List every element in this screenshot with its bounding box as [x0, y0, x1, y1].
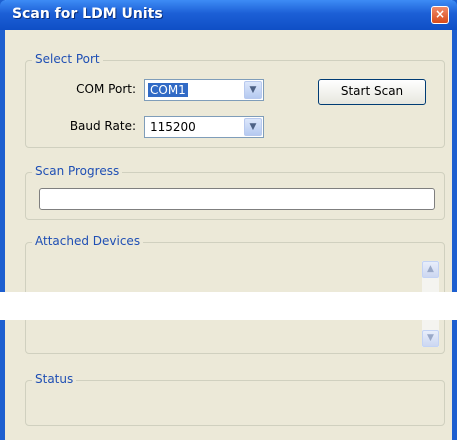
chevron-down-icon[interactable]: ▼ — [244, 81, 262, 99]
scan-progress-group: Scan Progress — [25, 164, 445, 220]
status-legend: Status — [32, 372, 77, 386]
com-port-value: COM1 — [148, 83, 188, 97]
baud-rate-select[interactable]: 115200 ▼ — [144, 116, 264, 138]
select-port-legend: Select Port — [32, 52, 103, 66]
baud-rate-label: Baud Rate: — [69, 119, 136, 133]
com-port-select[interactable]: COM1 ▼ — [144, 79, 264, 101]
status-group: Status — [25, 372, 445, 426]
scroll-down-button[interactable]: ▼ — [422, 330, 439, 347]
overlay-band — [0, 292, 457, 320]
window-title: Scan for LDM Units — [12, 6, 163, 22]
close-button[interactable]: × — [431, 6, 449, 24]
scroll-up-button[interactable]: ▲ — [422, 261, 439, 278]
title-bar[interactable]: Scan for LDM Units × — [0, 0, 457, 30]
close-icon: × — [434, 7, 446, 21]
chevron-down-icon[interactable]: ▼ — [244, 118, 262, 136]
scan-dialog-window: Scan for LDM Units × Select Port COM Por… — [0, 0, 457, 440]
baud-rate-value: 115200 — [150, 120, 196, 134]
com-port-label: COM Port: — [76, 82, 136, 96]
scroll-up-icon: ▲ — [427, 264, 434, 274]
scroll-down-icon: ▼ — [427, 333, 434, 343]
attached-devices-legend: Attached Devices — [32, 234, 144, 248]
scan-progress-legend: Scan Progress — [32, 164, 123, 178]
start-scan-button[interactable]: Start Scan — [318, 79, 426, 105]
scan-progress-bar — [39, 188, 435, 210]
select-port-group: Select Port COM Port: COM1 ▼ Baud Rate: … — [25, 52, 445, 148]
